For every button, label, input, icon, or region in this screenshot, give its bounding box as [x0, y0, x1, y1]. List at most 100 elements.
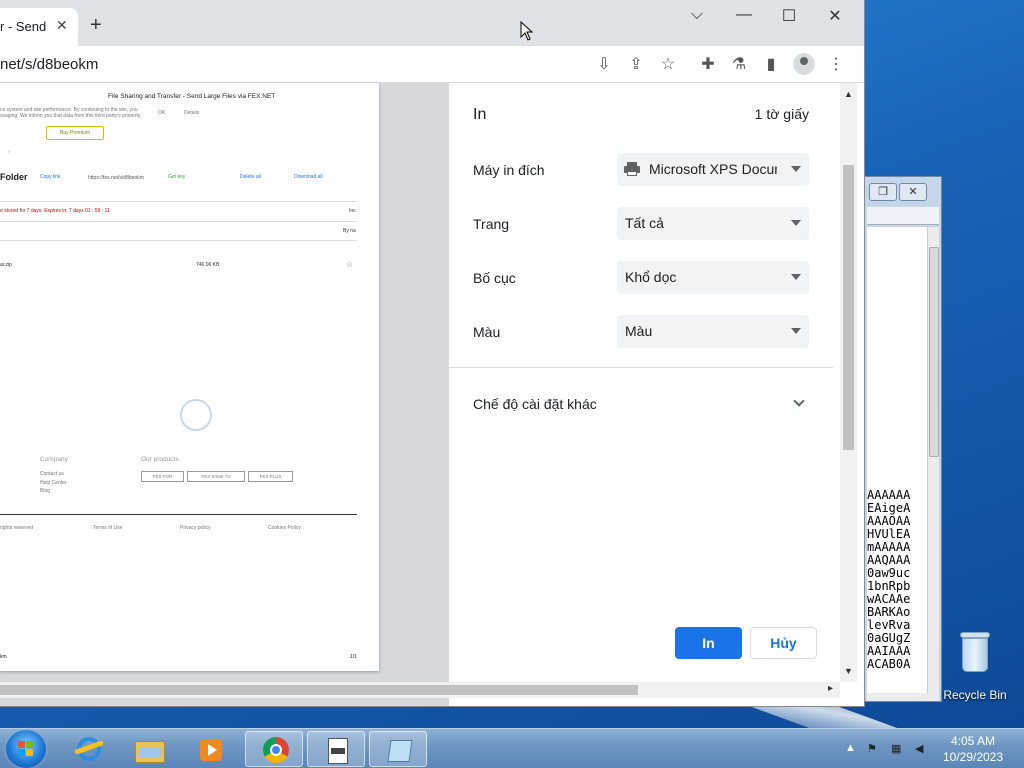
preview-rights: rights reserved	[0, 525, 34, 531]
destination-label: Máy in đích	[473, 162, 545, 178]
folder-icon	[135, 735, 165, 763]
preview-product-fex-for: FEX FOR	[141, 471, 184, 482]
print-button[interactable]: In	[675, 627, 742, 659]
preview-chevron-icon: ›	[8, 149, 10, 155]
extension-flask-icon[interactable]: ⚗	[729, 54, 749, 74]
background-window-scrollbar[interactable]	[927, 227, 939, 693]
chevron-down-icon	[791, 328, 801, 334]
preview-product-fex-plus: FEX PLUS	[248, 471, 293, 482]
side-panel-icon[interactable]: ▮	[761, 54, 781, 74]
preview-folder-label: Folder	[0, 172, 28, 182]
print-preview-area[interactable]: File Sharing and Transfer - Send Large F…	[0, 83, 449, 706]
print-panel-scrollbar[interactable]: ▲ ▼	[840, 83, 857, 682]
layout-label: Bố cục	[473, 270, 516, 286]
preview-copy-link: Copy link	[40, 174, 61, 180]
install-app-icon[interactable]: ⇩	[594, 54, 614, 74]
background-text-window[interactable]: ❐ ✕ AAAAAA EAigeA AAAOAA HVUlEA mAAAAA A…	[864, 176, 942, 702]
preview-file-size: 746.06 KB	[196, 262, 220, 268]
tab-close-icon[interactable]: ✕	[56, 17, 68, 34]
taskbar-notepad[interactable]	[369, 731, 427, 767]
volume-icon[interactable]: ◀	[915, 742, 929, 756]
notepad-icon	[384, 736, 414, 764]
preview-privacy: Privacy policy	[180, 525, 211, 531]
preview-horizontal-scrollbar[interactable]: ▸	[0, 682, 840, 698]
preview-page-number: 1/1	[350, 654, 357, 660]
preview-divider	[0, 201, 357, 202]
menu-dots-icon[interactable]: ⋮	[826, 54, 846, 74]
pages-select[interactable]: Tất cả	[617, 207, 809, 240]
color-label: Màu	[473, 324, 501, 340]
taskbar-media-player[interactable]	[182, 731, 240, 767]
background-window-content[interactable]: AAAAAA EAigeA AAAOAA HVUlEA mAAAAA AAQAA…	[867, 227, 927, 693]
windows-logo-icon	[18, 741, 34, 757]
settings-divider	[449, 367, 833, 368]
scroll-right-icon[interactable]: ▸	[828, 683, 833, 694]
pages-value: Tất cả	[625, 215, 664, 231]
more-settings-toggle[interactable]: Chế độ cài đặt khác	[473, 396, 597, 412]
preview-help-center: Help Center	[40, 480, 67, 486]
preview-footer-company: Company	[40, 456, 68, 463]
scroll-up-icon[interactable]: ▲	[844, 89, 853, 99]
close-icon[interactable]: ✕	[899, 183, 927, 201]
destination-select[interactable]: Microsoft XPS Document Writer	[617, 153, 809, 186]
background-window-menu	[867, 207, 939, 225]
preview-footer-url: km	[0, 654, 7, 660]
extensions-icon[interactable]: ✚	[698, 54, 718, 74]
preview-sort-by: By na	[343, 228, 356, 234]
recycle-bin-label: Recycle Bin	[943, 688, 1007, 702]
close-button[interactable]: ✕	[825, 6, 845, 26]
bookmark-star-icon[interactable]: ☆	[658, 54, 678, 74]
preview-file-name: ar.zip	[0, 262, 12, 268]
layout-select[interactable]: Khổ dọc	[617, 261, 809, 294]
preview-ok: OK	[158, 110, 166, 116]
taskbar-clock[interactable]: 4:05 AM 10/29/2023	[938, 733, 1008, 765]
preview-page: File Sharing and Transfer - Send Large F…	[0, 83, 379, 671]
tab-search-icon[interactable]: ⌵	[687, 6, 707, 24]
background-window-controls: ❐ ✕	[869, 183, 927, 201]
restore-button[interactable]: ❐	[869, 183, 897, 201]
pages-label: Trang	[473, 216, 510, 232]
print-settings-panel: In 1 tờ giấy Máy in đích Microsoft XPS D…	[449, 83, 833, 675]
start-button[interactable]	[6, 730, 46, 768]
profile-avatar-icon[interactable]	[793, 53, 815, 75]
cancel-button[interactable]: Hủy	[750, 627, 817, 659]
vertical-scroll-thumb[interactable]	[843, 165, 854, 450]
action-center-icon[interactable]: ⚑	[867, 742, 881, 756]
taskbar-chrome[interactable]	[245, 731, 303, 767]
taskbar-internet-explorer[interactable]	[60, 731, 118, 767]
background-window-hscroll[interactable]	[867, 693, 939, 701]
sheet-count: 1 tờ giấy	[754, 106, 809, 122]
show-hidden-icons-icon[interactable]: ▲	[845, 742, 859, 756]
chrome-icon	[260, 736, 290, 764]
browser-tab[interactable]: r - Send ✕	[0, 8, 78, 46]
taskbar-file-explorer[interactable]	[121, 731, 179, 767]
color-value: Màu	[625, 323, 653, 339]
scroll-thumb[interactable]	[929, 247, 939, 457]
new-tab-button[interactable]: +	[90, 14, 102, 37]
minimize-button[interactable]: —	[734, 6, 754, 24]
url-field[interactable]: net/s/d8beokm	[0, 56, 98, 73]
preview-divider-2	[0, 221, 357, 222]
color-select[interactable]: Màu	[617, 315, 809, 348]
preview-buy-premium: Buy Premium	[46, 126, 104, 140]
preview-footer-divider	[0, 514, 357, 515]
share-icon[interactable]: ⇪	[626, 54, 646, 74]
network-icon[interactable]: ▦	[891, 742, 905, 756]
preview-delete-all: Delete all	[240, 174, 261, 180]
preview-storage-notice: e stored for 7 days. Expires in: 7 days …	[0, 208, 110, 214]
taskbar-script-app[interactable]	[307, 731, 365, 767]
title-bar[interactable]: r - Send ✕ + ⌵ — ☐ ✕	[0, 0, 864, 46]
printer-icon	[624, 162, 640, 176]
recycle-bin[interactable]: Recycle Bin	[940, 630, 1010, 702]
print-title: In	[473, 106, 487, 123]
layout-value: Khổ dọc	[625, 269, 677, 285]
expand-chevron-icon[interactable]	[793, 395, 805, 407]
preview-details: Details	[184, 110, 200, 116]
maximize-button[interactable]: ☐	[779, 6, 799, 26]
preview-product-fex-tv: FEX Smart TV	[187, 471, 245, 482]
preview-star-icon: ☆	[346, 260, 354, 269]
horizontal-scroll-thumb[interactable]	[0, 685, 638, 695]
preview-footer-products: Our products	[141, 456, 179, 463]
internet-explorer-icon	[74, 735, 104, 763]
scroll-down-icon[interactable]: ▼	[844, 666, 853, 676]
